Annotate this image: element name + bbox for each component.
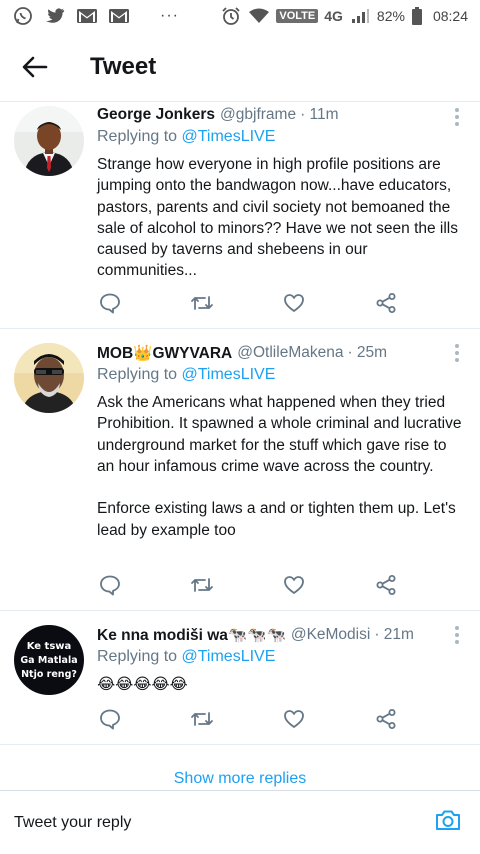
wifi-icon: [248, 7, 270, 25]
reply-tweet[interactable]: MOB👑GWYVARA @OtlileMakena · 25m Replying…: [0, 329, 480, 611]
display-name[interactable]: Ke nna modiši wa🐄🐄🐄: [97, 626, 286, 645]
avatar-text-line-3: Ntjo reng?: [21, 669, 77, 680]
battery-icon: [411, 7, 423, 25]
gmail-icon: [76, 7, 98, 25]
tweet-time: · 11m: [300, 106, 339, 123]
show-more-replies-link[interactable]: Show more replies: [0, 770, 480, 790]
tweet-meta: MOB👑GWYVARA @OtlileMakena · 25m: [97, 342, 464, 364]
whatsapp-icon: [12, 7, 34, 25]
like-icon[interactable]: [282, 707, 306, 731]
gmail-icon-2: [108, 7, 130, 25]
more-options-icon[interactable]: [452, 626, 462, 644]
retweet-icon[interactable]: [190, 291, 214, 315]
status-left: ···: [12, 7, 179, 25]
retweet-icon[interactable]: [190, 707, 214, 731]
avatar[interactable]: [14, 106, 84, 176]
alarm-icon: [220, 7, 242, 25]
reply-composer[interactable]: Tweet your reply: [0, 790, 480, 854]
replying-label: Replying to: [97, 648, 182, 665]
reply-tweet[interactable]: Ke tswa Ga Matlala Ntjo reng? Ke nna mod…: [0, 611, 480, 745]
tweet-actions: [98, 291, 398, 315]
reply-input[interactable]: Tweet your reply: [14, 814, 131, 832]
tweet-time: · 25m: [347, 344, 388, 361]
avatar-text-line-2: Ga Matlala: [20, 655, 77, 666]
more-options-icon[interactable]: [452, 344, 462, 362]
replying-to: Replying to @TimesLIVE: [97, 128, 464, 150]
reply-icon[interactable]: [98, 291, 122, 315]
status-right: VOLTE 4G 82% 08:24: [220, 7, 468, 25]
reply-tweet[interactable]: George Jonkers @gbjframe · 11m Replying …: [0, 102, 480, 329]
user-handle[interactable]: @KeModisi: [291, 626, 370, 644]
display-name[interactable]: George Jonkers: [97, 106, 215, 124]
signal-icon: [349, 7, 371, 25]
tweet-text: Strange how everyone in high profile pos…: [97, 156, 459, 280]
tweet-actions: [98, 573, 398, 597]
battery-percent: 82%: [376, 8, 405, 24]
replying-handle-link[interactable]: @TimesLIVE: [182, 128, 276, 145]
page-title: Tweet: [90, 52, 157, 80]
back-arrow-icon: [22, 56, 48, 77]
reply-icon[interactable]: [98, 707, 122, 731]
share-icon[interactable]: [374, 707, 398, 731]
more-options-icon[interactable]: [452, 108, 462, 126]
share-icon[interactable]: [374, 291, 398, 315]
avatar[interactable]: [14, 343, 84, 413]
back-button[interactable]: [0, 32, 70, 101]
reply-icon[interactable]: [98, 573, 122, 597]
tweet-body: MOB👑GWYVARA @OtlileMakena · 25m Replying…: [97, 342, 464, 541]
like-icon[interactable]: [282, 291, 306, 315]
replying-label: Replying to: [97, 128, 182, 145]
tweet-text: Ask the Americans what happened when the…: [97, 394, 462, 539]
share-icon[interactable]: [374, 573, 398, 597]
avatar[interactable]: Ke tswa Ga Matlala Ntjo reng?: [14, 625, 84, 695]
more-dots-icon: ···: [160, 7, 179, 24]
replying-to: Replying to @TimesLIVE: [97, 648, 464, 670]
tweet-body: Ke nna modiši wa🐄🐄🐄 @KeModisi · 21m Repl…: [97, 624, 464, 695]
replying-label: Replying to: [97, 366, 182, 383]
user-handle[interactable]: @gbjframe: [220, 106, 296, 124]
tweet-meta: Ke nna modiši wa🐄🐄🐄 @KeModisi · 21m: [97, 624, 464, 646]
twitter-icon: [44, 7, 66, 25]
status-bar: ··· VOLTE 4G 82% 08:24: [0, 0, 480, 32]
tweet-actions: [98, 707, 398, 731]
replying-handle-link[interactable]: @TimesLIVE: [182, 366, 276, 383]
replying-to: Replying to @TimesLIVE: [97, 366, 464, 388]
tweet-time: · 21m: [374, 626, 414, 643]
app-header: Tweet: [0, 32, 480, 102]
retweet-icon[interactable]: [190, 573, 214, 597]
volte-badge: VOLTE: [276, 9, 319, 23]
camera-icon[interactable]: [434, 808, 462, 837]
tweet-text: 😂😂😂😂😂: [97, 676, 188, 693]
clock: 08:24: [432, 8, 468, 24]
network-type: 4G: [324, 8, 343, 24]
tweet-body: George Jonkers @gbjframe · 11m Replying …: [97, 104, 464, 282]
avatar-text-line-1: Ke tswa: [27, 641, 72, 652]
display-name[interactable]: MOB👑GWYVARA: [97, 344, 232, 363]
replying-handle-link[interactable]: @TimesLIVE: [182, 648, 276, 665]
tweet-meta: George Jonkers @gbjframe · 11m: [97, 104, 464, 126]
user-handle[interactable]: @OtlileMakena: [237, 344, 343, 362]
like-icon[interactable]: [282, 573, 306, 597]
